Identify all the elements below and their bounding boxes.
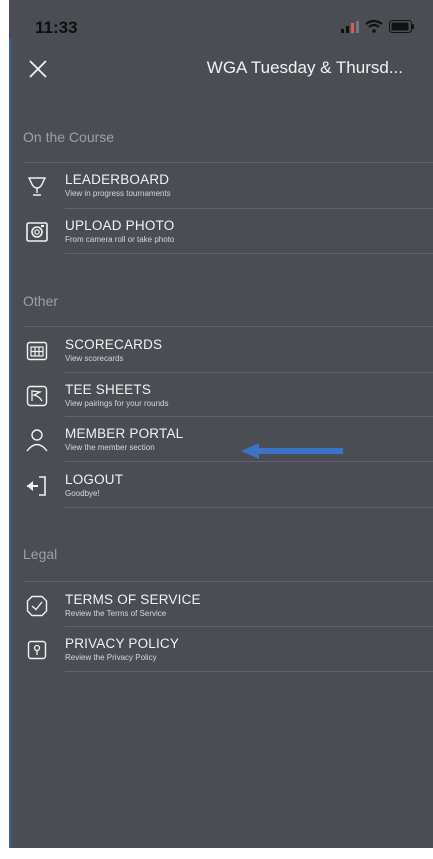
- wifi-icon: [365, 20, 383, 33]
- item-sublabel: Review the Terms of Service: [65, 609, 167, 618]
- item-sublabel: From camera roll or take photo: [65, 235, 175, 244]
- person-icon: [26, 429, 48, 452]
- menu-item-tee-sheets[interactable]: TEE SHEETS View pairings for your rounds: [9, 378, 433, 420]
- item-label: TEE SHEETS: [65, 382, 152, 397]
- item-label: LOGOUT: [65, 472, 124, 487]
- item-label: SCORECARDS: [65, 337, 163, 352]
- status-bar: 11:33: [9, 0, 433, 38]
- item-sublabel: View scorecards: [65, 354, 124, 363]
- section-label-legal: Legal: [23, 546, 58, 562]
- item-label: UPLOAD PHOTO: [65, 218, 175, 233]
- logout-icon: [27, 476, 46, 496]
- item-sublabel: View the member section: [65, 443, 155, 452]
- item-sublabel: View in progress tournaments: [65, 189, 171, 198]
- menu-item-terms-of-service[interactable]: TERMS OF SERVICE Review the Terms of Ser…: [9, 588, 433, 630]
- divider: [65, 372, 433, 373]
- trophy-icon: [27, 177, 47, 196]
- item-label: TERMS OF SERVICE: [65, 592, 201, 607]
- divider: [65, 253, 433, 254]
- privacy-icon: [27, 640, 47, 660]
- item-sublabel: View pairings for your rounds: [65, 399, 169, 408]
- menu-item-scorecards[interactable]: SCORECARDS View scorecards: [9, 333, 433, 375]
- menu-screen: 11:33 WGA Tuesday & Thursd... On the Cou…: [9, 0, 433, 848]
- divider: [23, 581, 433, 582]
- status-time: 11:33: [35, 18, 78, 37]
- menu-item-logout[interactable]: LOGOUT Goodbye!: [9, 468, 433, 510]
- menu-item-upload-photo[interactable]: UPLOAD PHOTO From camera roll or take ph…: [9, 214, 433, 256]
- divider: [23, 326, 433, 327]
- divider: [23, 162, 433, 163]
- signal-icon: [341, 20, 359, 33]
- section-label-other: Other: [23, 293, 59, 309]
- battery-icon: [389, 20, 414, 33]
- menu-header: WGA Tuesday & Thursd...: [9, 50, 433, 90]
- menu-item-member-portal[interactable]: MEMBER PORTAL View the member section: [9, 422, 433, 464]
- terms-icon: [26, 595, 48, 617]
- status-icons: [341, 20, 415, 33]
- divider: [65, 671, 433, 672]
- page-title: WGA Tuesday & Thursd...: [206, 58, 403, 77]
- section-label-on-the-course: On the Course: [23, 129, 115, 145]
- divider: [65, 626, 433, 627]
- item-label: PRIVACY POLICY: [65, 636, 180, 651]
- tee-sheet-icon: [26, 385, 48, 407]
- item-sublabel: Review the Privacy Policy: [65, 653, 157, 662]
- annotation-arrow-icon: [241, 443, 343, 459]
- menu-item-leaderboard[interactable]: LEADERBOARD View in progress tournaments: [9, 168, 433, 210]
- menu-item-privacy-policy[interactable]: PRIVACY POLICY Review the Privacy Policy: [9, 632, 433, 674]
- divider: [65, 507, 433, 508]
- item-label: LEADERBOARD: [65, 172, 170, 187]
- scorecard-icon: [26, 341, 48, 361]
- item-label: MEMBER PORTAL: [65, 426, 184, 441]
- close-icon[interactable]: [27, 58, 49, 80]
- camera-icon: [26, 222, 48, 242]
- divider: [65, 416, 433, 417]
- item-sublabel: Goodbye!: [65, 489, 100, 498]
- divider: [65, 208, 433, 209]
- divider: [65, 461, 433, 462]
